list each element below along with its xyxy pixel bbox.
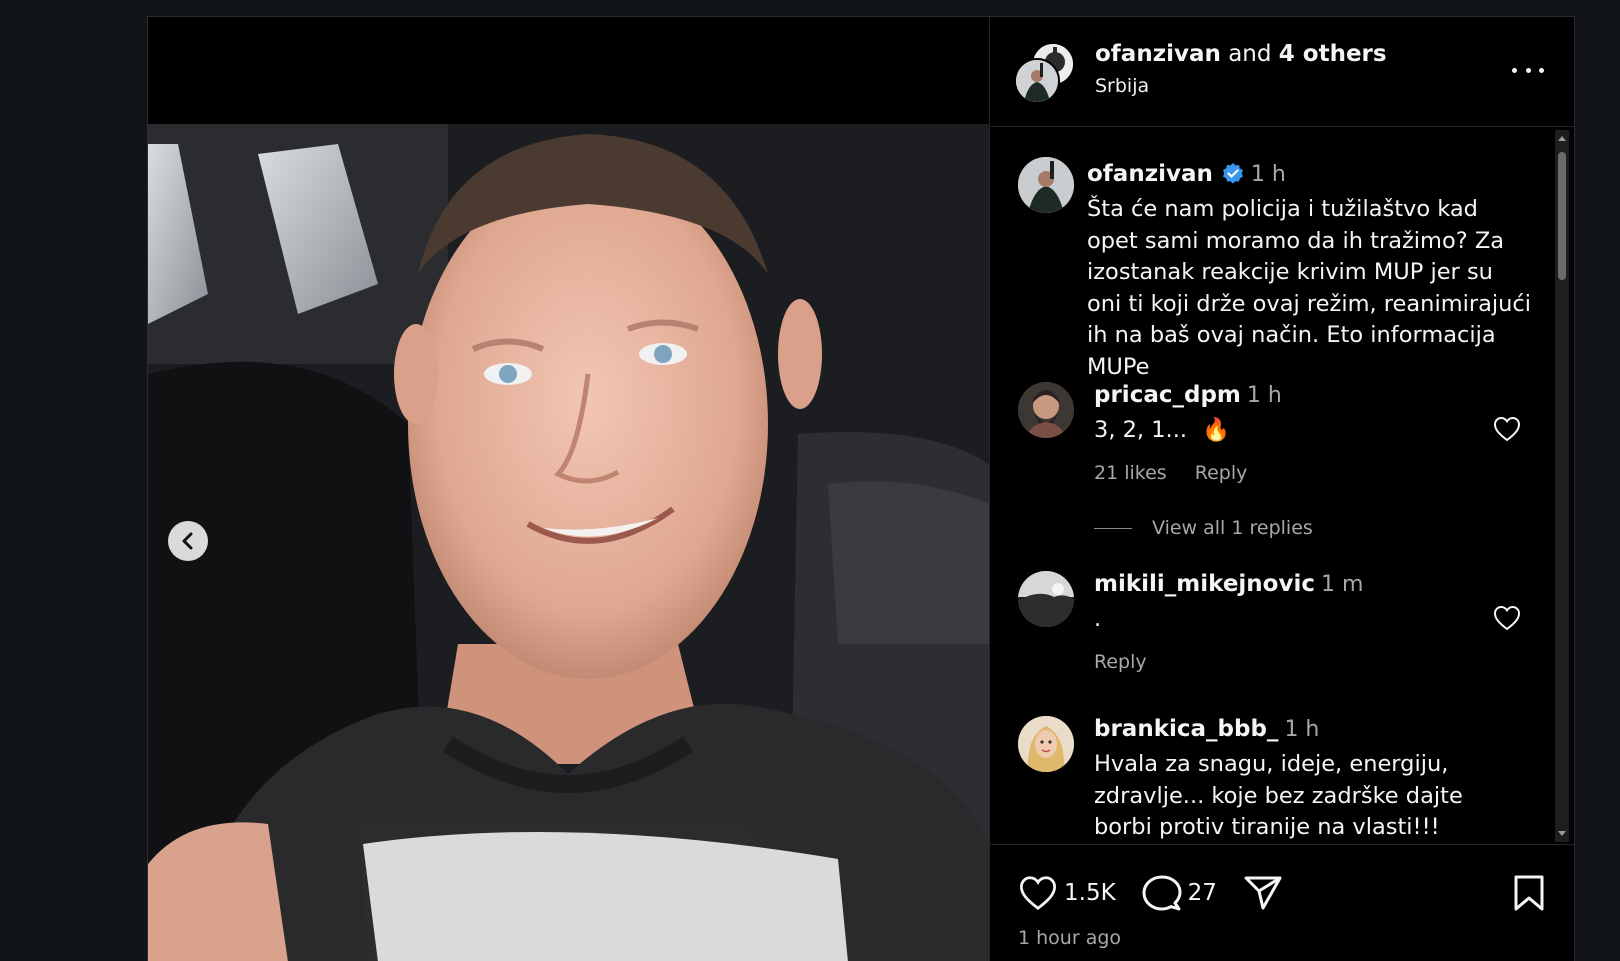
comment-time[interactable]: 1 h <box>1247 383 1282 408</box>
fire-emoji: 🔥 <box>1202 417 1231 443</box>
comment-likes-count[interactable]: 21 likes <box>1094 462 1167 484</box>
heart-icon <box>1493 605 1521 631</box>
post-modal: ofanzivan and 4 others Srbija ofanzivan <box>147 16 1575 961</box>
comment-text: 3, 2, 1... 🔥 <box>1094 415 1494 447</box>
bookmark-icon <box>1514 875 1544 911</box>
more-icon-dot <box>1525 67 1531 73</box>
like-comment-button[interactable] <box>1493 605 1521 635</box>
caption-username[interactable]: ofanzivan <box>1087 161 1213 187</box>
comment-text: . <box>1094 606 1102 632</box>
more-icon-dot <box>1539 67 1544 73</box>
caption-text: Šta će nam policija i tužilaštvo kad ope… <box>1087 196 1532 380</box>
commenter-username[interactable]: pricac_dpm <box>1094 382 1241 408</box>
comment-item: brankica_bbb_ 1 h Hvala za snagu, ideje, … <box>990 716 1547 844</box>
share-button[interactable] <box>1243 874 1283 912</box>
author-username[interactable]: ofanzivan <box>1095 41 1221 67</box>
previous-media-button[interactable] <box>168 521 208 561</box>
heart-icon <box>1493 416 1521 442</box>
author-avatar <box>1014 58 1060 104</box>
commenter-avatar[interactable] <box>1018 716 1074 772</box>
comment-meta: 21 likes Reply <box>1094 462 1269 484</box>
chevron-left-icon <box>182 532 193 550</box>
post-timestamp[interactable]: 1 hour ago <box>1018 927 1121 949</box>
caption-avatar[interactable] <box>1018 157 1074 213</box>
post-photo <box>148 124 989 961</box>
commenter-username[interactable]: mikili_mikejnovic <box>1094 571 1315 597</box>
comment-meta: Reply <box>1094 651 1169 673</box>
more-options-button[interactable] <box>1512 59 1544 81</box>
comments-scrollbar[interactable] <box>1555 130 1569 842</box>
post-media <box>148 17 989 961</box>
caption-time[interactable]: 1 h <box>1251 162 1286 187</box>
verified-icon <box>1222 163 1243 184</box>
reply-button[interactable]: Reply <box>1094 651 1147 673</box>
comment-time[interactable]: 1 h <box>1284 717 1319 742</box>
more-icon <box>1512 67 1517 73</box>
comment-text: Hvala za snagu, ideje, energiju, zdravlj… <box>1094 751 1463 840</box>
replies-divider <box>1094 527 1132 529</box>
comment-text-body: 3, 2, 1... <box>1094 417 1188 443</box>
comments-count[interactable]: 27 <box>1188 880 1217 906</box>
heart-icon <box>1019 876 1057 910</box>
view-replies-button[interactable]: View all 1 replies <box>1094 517 1313 539</box>
authors-joiner: and <box>1228 41 1272 67</box>
comments-list[interactable]: ofanzivan 1 h Šta će nam policija i tuži… <box>990 127 1547 844</box>
collab-avatars[interactable] <box>1014 42 1075 104</box>
scroll-thumb[interactable] <box>1558 152 1566 280</box>
reply-button[interactable]: Reply <box>1195 462 1248 484</box>
share-icon <box>1244 876 1282 910</box>
view-replies-label: View all 1 replies <box>1152 517 1313 539</box>
comment-button[interactable] <box>1142 873 1182 913</box>
like-comment-button[interactable] <box>1493 416 1521 446</box>
comment-item: pricac_dpm 1 h 3, 2, 1... 🔥 21 likes Repl… <box>990 382 1547 502</box>
post-location[interactable]: Srbija <box>1095 75 1149 97</box>
commenter-avatar[interactable] <box>1018 571 1074 627</box>
post-header: ofanzivan and 4 others Srbija <box>990 17 1574 127</box>
post-actions: 1.5K 27 1 hour ago <box>990 844 1574 961</box>
scroll-down-icon[interactable] <box>1558 831 1566 836</box>
other-authors-link[interactable]: 4 others <box>1279 41 1387 67</box>
commenter-username[interactable]: brankica_bbb_ <box>1094 716 1278 742</box>
caption: ofanzivan 1 h Šta će nam policija i tuži… <box>990 127 1547 380</box>
commenter-avatar[interactable] <box>1018 382 1074 438</box>
post-authors: ofanzivan and 4 others <box>1095 41 1387 67</box>
comment-time[interactable]: 1 m <box>1321 572 1363 597</box>
likes-count[interactable]: 1.5K <box>1064 880 1116 906</box>
post-details-panel: ofanzivan and 4 others Srbija ofanzivan <box>989 17 1574 961</box>
save-button[interactable] <box>1512 874 1546 916</box>
caption-header: ofanzivan 1 h <box>1087 161 1286 187</box>
comment-item: mikili_mikejnovic 1 m . Reply <box>990 571 1547 681</box>
like-button[interactable] <box>1018 875 1058 911</box>
scroll-up-icon[interactable] <box>1558 136 1566 141</box>
comment-icon <box>1142 875 1182 911</box>
